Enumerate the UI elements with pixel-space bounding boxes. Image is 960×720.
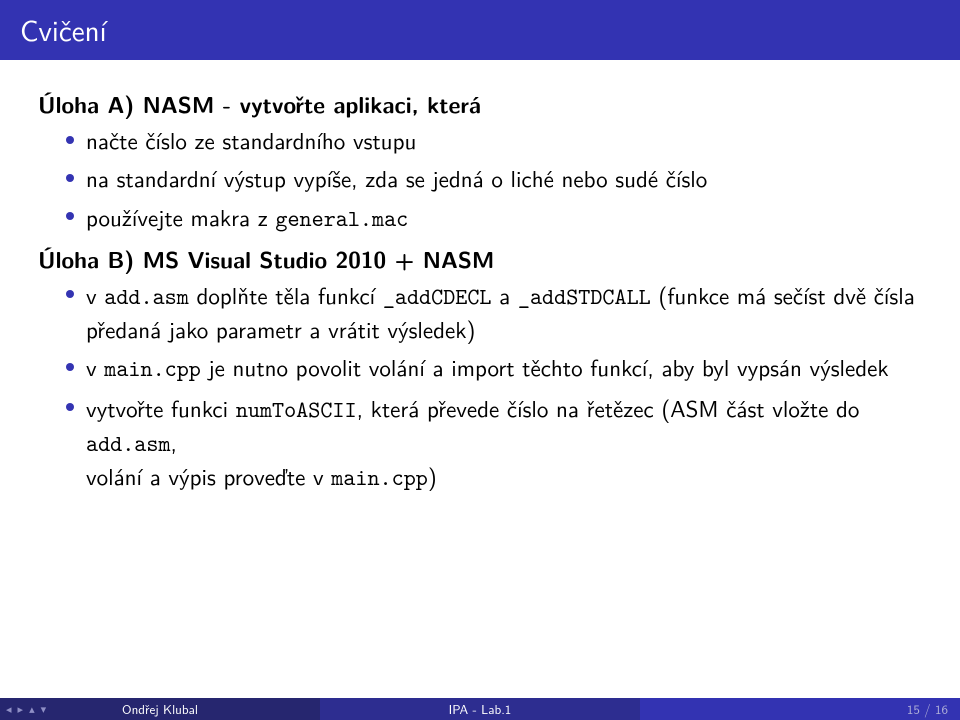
code-text: _addSTDCALL: [518, 282, 651, 312]
slide-title: Cvičení: [0, 0, 960, 60]
item-text: volání a výpis proveďte v: [86, 459, 331, 493]
task-b-list: v add.asm doplňte těla funkcí _addCDECL …: [38, 279, 922, 494]
code-text: add.asm: [104, 282, 189, 312]
code-text: general.mac: [275, 204, 408, 234]
nav-down-icon[interactable]: ▾: [41, 701, 47, 717]
item-text: a: [492, 278, 518, 312]
list-item: používejte makra z general.mac: [66, 201, 922, 235]
item-text: používejte makra z: [86, 200, 275, 234]
footer-title: IPA - Lab.1: [449, 700, 512, 719]
item-text: vytvořte funkci: [86, 391, 236, 425]
list-item: v main.cpp je nutno povolit volání a imp…: [66, 351, 922, 385]
slide: Cvičení Úloha A) NASM - vytvořte aplikac…: [0, 0, 960, 720]
code-text: numToASCII: [236, 395, 357, 425]
footer-page-segment: 15 / 16: [640, 698, 960, 720]
list-item: načte číslo ze standardního vstupu: [66, 124, 922, 156]
code-text: main.cpp: [331, 463, 428, 493]
nav-up-icon[interactable]: ▴: [29, 701, 35, 717]
footer: ◂ ▸ ▴ ▾ Ondřej Klubal IPA - Lab.1 15 / 1…: [0, 698, 960, 720]
code-text: _addCDECL: [383, 282, 492, 312]
code-text: main.cpp: [104, 354, 201, 384]
task-b-heading: Úloha B) MS Visual Studio 2010 + NASM: [38, 243, 922, 275]
list-item: vytvořte funkci numToASCII, která převed…: [66, 392, 922, 495]
item-text: ): [428, 459, 437, 493]
slide-content: Úloha A) NASM - vytvořte aplikaci, která…: [0, 60, 960, 494]
list-item: na standardní výstup vypíše, zda se jedn…: [66, 162, 922, 194]
page-number: 15 / 16: [907, 700, 948, 719]
footer-title-segment: IPA - Lab.1: [320, 698, 640, 720]
footer-author-segment: ◂ ▸ ▴ ▾ Ondřej Klubal: [0, 698, 320, 720]
nav-prev-icon[interactable]: ◂: [6, 701, 12, 717]
item-text: v: [86, 278, 104, 312]
code-text: add.asm: [86, 429, 171, 459]
footer-author: Ondřej Klubal: [122, 700, 198, 719]
item-text: v: [86, 350, 104, 384]
item-text: , která převede číslo na řetězec (ASM čá…: [357, 391, 860, 425]
nav-next-icon[interactable]: ▸: [18, 701, 24, 717]
task-a-heading: Úloha A) NASM - vytvořte aplikaci, která: [38, 88, 922, 120]
list-item: v add.asm doplňte těla funkcí _addCDECL …: [66, 279, 922, 345]
item-text: je nutno povolit volání a import těchto …: [201, 350, 889, 384]
item-text: doplňte těla funkcí: [189, 278, 383, 312]
item-text: ,: [171, 425, 177, 459]
nav-icons[interactable]: ◂ ▸ ▴ ▾: [6, 701, 46, 717]
task-a-list: načte číslo ze standardního vstupu na st…: [38, 124, 922, 235]
